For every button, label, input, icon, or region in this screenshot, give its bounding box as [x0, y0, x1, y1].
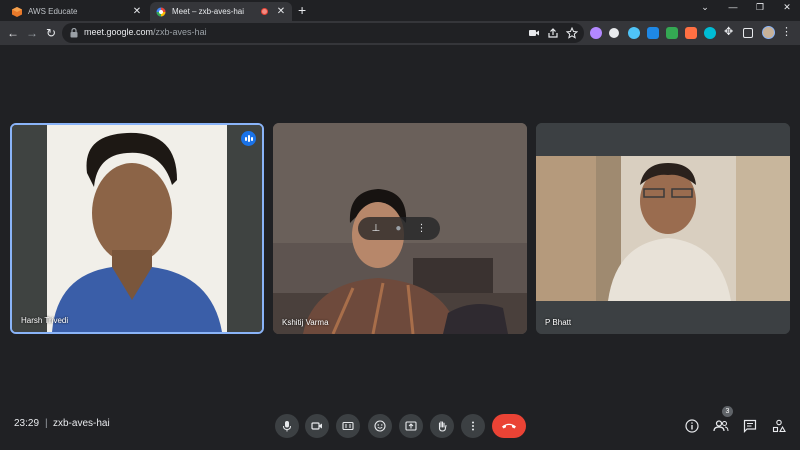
lock-icon[interactable] — [70, 28, 78, 38]
participant-name: Kshitij Varma — [282, 318, 329, 327]
extension-icon-7[interactable] — [704, 27, 716, 39]
restore-icon[interactable]: ❐ — [752, 2, 768, 13]
present-screen-button[interactable] — [399, 414, 423, 438]
tab-search-icon[interactable]: ⌄ — [697, 2, 713, 13]
participant-tile[interactable]: P Bhatt — [536, 123, 790, 334]
close-window-icon[interactable]: ✕ — [779, 2, 795, 13]
participant-name: Harsh Trivedi — [21, 316, 69, 325]
participant-count-badge: 3 — [722, 406, 733, 417]
captions-icon — [342, 421, 354, 431]
browser-toolbar: ← → ↻ meet.google.com/zxb-aves-hai ✥ ⋮ — [0, 21, 800, 45]
participant-tile[interactable]: ⊥ ● ⋮ Kshitij Varma — [273, 123, 527, 334]
people-icon — [713, 420, 729, 432]
microphone-icon — [283, 421, 291, 432]
microphone-button[interactable] — [275, 414, 299, 438]
divider: | — [45, 418, 48, 429]
mute-icon[interactable]: ● — [395, 223, 401, 234]
aws-icon — [12, 6, 22, 17]
forward-icon[interactable]: → — [25, 25, 39, 41]
bookmark-star-icon[interactable] — [566, 27, 578, 39]
extension-icon-6[interactable] — [685, 27, 697, 39]
meeting-time: 23:29 — [14, 418, 40, 429]
camera-button[interactable] — [305, 414, 329, 438]
reload-icon[interactable]: ↻ — [44, 25, 58, 41]
chat-button[interactable] — [742, 418, 758, 434]
puzzle-extensions-icon[interactable]: ✥ — [724, 25, 736, 38]
more-vert-icon — [472, 421, 474, 431]
tab-label: Meet – zxb-aves-hai — [172, 7, 245, 16]
speaking-indicator-icon — [241, 131, 256, 146]
meeting-code: zxb-aves-hai — [53, 418, 110, 429]
minimize-icon[interactable]: — — [725, 2, 741, 12]
tab-aws-educate[interactable]: AWS Educate ✕ — [6, 2, 148, 21]
raise-hand-icon — [438, 421, 447, 432]
tile-hover-controls: ⊥ ● ⋮ — [358, 217, 440, 240]
address-bar[interactable]: meet.google.com/zxb-aves-hai — [62, 23, 584, 43]
close-tab-icon[interactable]: ✕ — [276, 6, 286, 17]
new-tab-button[interactable]: + — [298, 3, 306, 17]
tab-meet[interactable]: Meet – zxb-aves-hai ✕ — [150, 2, 292, 21]
more-options-button[interactable] — [461, 414, 485, 438]
meet-icon — [156, 7, 166, 16]
close-tab-icon[interactable]: ✕ — [132, 6, 142, 17]
url-path: /zxb-aves-hai — [153, 27, 207, 37]
present-screen-icon — [405, 421, 417, 431]
participant-name: P Bhatt — [545, 318, 572, 327]
pin-icon[interactable]: ⊥ — [372, 223, 381, 234]
recording-indicator-icon — [261, 8, 268, 15]
more-vert-icon[interactable]: ⋮ — [416, 223, 426, 234]
participant-tile[interactable]: Harsh Trivedi — [10, 123, 264, 334]
extension-icon-5[interactable] — [666, 27, 678, 39]
camera-icon — [311, 422, 322, 430]
back-icon[interactable]: ← — [6, 25, 20, 41]
participant-video — [536, 123, 790, 334]
share-icon[interactable] — [547, 27, 559, 39]
emoji-button[interactable] — [368, 414, 392, 438]
hang-up-icon — [502, 423, 516, 429]
raise-hand-button[interactable] — [430, 414, 454, 438]
participant-video — [12, 125, 262, 332]
camera-in-use-icon[interactable] — [528, 27, 540, 39]
extension-icon-3[interactable] — [628, 27, 640, 39]
url-text: meet.google.com/zxb-aves-hai — [84, 27, 207, 37]
browser-menu-icon[interactable]: ⋮ — [781, 25, 792, 38]
chat-icon — [743, 419, 757, 433]
activities-button[interactable] — [771, 418, 787, 434]
side-panel-icon[interactable] — [743, 28, 753, 38]
people-button[interactable] — [713, 418, 729, 434]
info-icon — [685, 419, 699, 433]
meeting-details-button[interactable] — [684, 418, 700, 434]
tab-label: AWS Educate — [28, 7, 78, 16]
leave-call-button[interactable] — [492, 414, 526, 438]
extension-icon-1[interactable] — [590, 27, 602, 39]
tab-strip: AWS Educate ✕ Meet – zxb-aves-hai ✕ + ⌄ … — [0, 0, 800, 21]
url-host: meet.google.com — [84, 27, 154, 37]
captions-button[interactable] — [336, 414, 360, 438]
profile-avatar[interactable] — [762, 26, 775, 39]
emoji-icon — [374, 420, 386, 432]
extension-icon-4[interactable] — [647, 27, 659, 39]
activities-icon — [772, 419, 786, 433]
extension-icon-2[interactable] — [609, 28, 619, 38]
